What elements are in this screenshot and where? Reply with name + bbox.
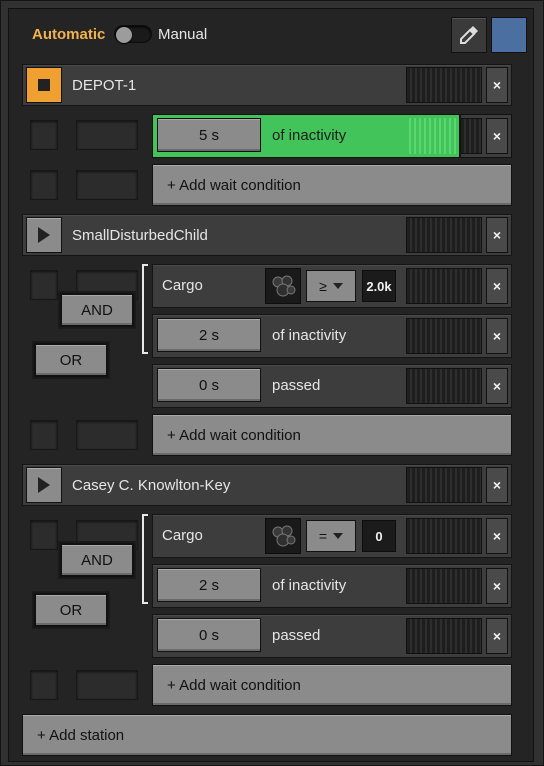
item-selector[interactable]	[265, 518, 301, 554]
condition-progress	[406, 568, 482, 604]
remove-station-button[interactable]: ×	[486, 217, 508, 253]
condition-value-button[interactable]: 0 s	[157, 368, 261, 402]
eyedropper-icon	[460, 26, 478, 44]
and-group-bracket	[142, 264, 148, 354]
play-icon	[38, 477, 50, 493]
remove-condition-button[interactable]: ×	[486, 318, 508, 354]
condition-progress-fill	[406, 118, 458, 154]
condition-text: of inactivity	[272, 127, 347, 144]
empty-slot	[30, 120, 58, 150]
manual-label: Manual	[158, 26, 208, 43]
remove-condition-button[interactable]: ×	[486, 568, 508, 604]
empty-slot	[76, 120, 138, 150]
station-name: DEPOT-1	[72, 77, 137, 94]
close-icon: ×	[492, 528, 502, 544]
condition-progress	[406, 318, 482, 354]
condition-value-button[interactable]: 5 s	[157, 118, 261, 152]
condition-progress	[406, 368, 482, 404]
add-wait-condition-button[interactable]: + Add wait condition	[152, 664, 512, 706]
color-swatch[interactable]	[491, 17, 527, 53]
condition-value-button[interactable]: 0 s	[157, 618, 261, 652]
empty-slot	[76, 420, 138, 450]
empty-slot	[30, 270, 58, 300]
cargo-amount-field[interactable]: 0	[362, 520, 396, 552]
chevron-down-icon	[332, 283, 343, 289]
empty-slot	[30, 170, 58, 200]
condition-text: passed	[272, 377, 321, 394]
condition-label: Cargo	[162, 277, 203, 294]
eyedropper-button[interactable]	[451, 17, 487, 53]
cargo-amount-field[interactable]: 2.0k	[362, 270, 396, 302]
empty-slot	[30, 670, 58, 700]
empty-slot	[76, 170, 138, 200]
empty-slot	[30, 420, 58, 450]
chevron-down-icon	[333, 533, 344, 539]
condition-value-button[interactable]: 2 s	[157, 568, 261, 602]
condition-text: passed	[272, 627, 321, 644]
station-progress	[406, 217, 482, 253]
remove-condition-button[interactable]: ×	[486, 518, 508, 554]
condition-progress	[460, 118, 482, 154]
station-name: SmallDisturbedChild	[72, 227, 208, 244]
play-icon	[38, 227, 50, 243]
close-icon: ×	[492, 77, 502, 93]
item-selector[interactable]	[265, 268, 301, 304]
comparator-dropdown[interactable]: ≥	[306, 270, 356, 302]
or-button[interactable]: OR	[34, 343, 108, 377]
station-progress	[406, 67, 482, 103]
station-go-button[interactable]	[26, 217, 62, 253]
comparator-value: ≥	[319, 278, 327, 294]
station-progress	[406, 467, 482, 503]
remove-station-button[interactable]: ×	[486, 67, 508, 103]
remove-condition-button[interactable]: ×	[486, 118, 508, 154]
condition-label: Cargo	[162, 527, 203, 544]
empty-slot	[76, 670, 138, 700]
condition-progress	[406, 618, 482, 654]
and-button[interactable]: AND	[60, 293, 134, 327]
close-icon: ×	[492, 628, 502, 644]
stop-icon	[38, 79, 50, 91]
remove-condition-button[interactable]: ×	[486, 368, 508, 404]
close-icon: ×	[492, 128, 502, 144]
or-button[interactable]: OR	[34, 593, 108, 627]
and-button[interactable]: AND	[60, 543, 134, 577]
add-wait-condition-button[interactable]: + Add wait condition	[152, 414, 512, 456]
coal-icon	[272, 275, 296, 297]
coal-icon	[272, 525, 296, 547]
close-icon: ×	[492, 378, 502, 394]
remove-station-button[interactable]: ×	[486, 467, 508, 503]
station-go-button[interactable]	[26, 467, 62, 503]
mode-toggle[interactable]	[114, 25, 152, 43]
empty-slot	[30, 520, 58, 550]
condition-progress	[406, 268, 482, 304]
close-icon: ×	[492, 578, 502, 594]
station-name: Casey C. Knowlton-Key	[72, 477, 231, 494]
and-group-bracket	[142, 514, 148, 604]
close-icon: ×	[492, 278, 502, 294]
automatic-label: Automatic	[32, 26, 106, 43]
add-station-button[interactable]: + Add station	[22, 714, 512, 756]
close-icon: ×	[492, 477, 502, 493]
close-icon: ×	[492, 328, 502, 344]
station-stop-button[interactable]	[26, 67, 62, 103]
comparator-dropdown[interactable]: =	[306, 520, 356, 552]
toggle-knob	[116, 27, 132, 43]
condition-value-button[interactable]: 2 s	[157, 318, 261, 352]
condition-text: of inactivity	[272, 327, 347, 344]
close-icon: ×	[492, 227, 502, 243]
condition-text: of inactivity	[272, 577, 347, 594]
add-wait-condition-button[interactable]: + Add wait condition	[152, 164, 512, 206]
remove-condition-button[interactable]: ×	[486, 268, 508, 304]
condition-progress	[406, 518, 482, 554]
comparator-value: =	[318, 528, 328, 544]
remove-condition-button[interactable]: ×	[486, 618, 508, 654]
